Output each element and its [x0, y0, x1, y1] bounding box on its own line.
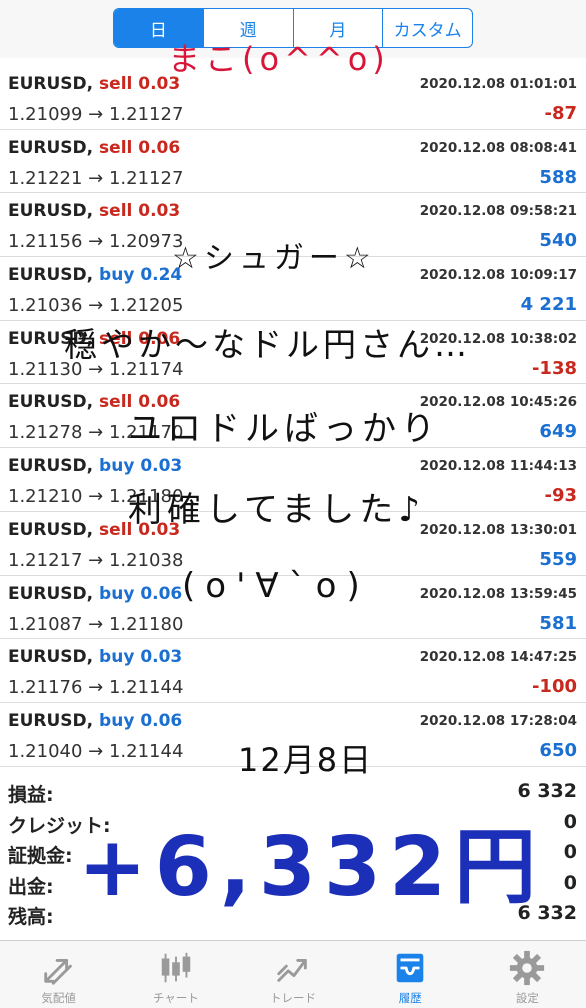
trade-side-volume: buy 0.06	[99, 583, 183, 604]
trade-time: 2020.12.08 11:44:13	[419, 458, 577, 475]
trade-trend-icon	[277, 958, 307, 982]
handwritten-date: 12月8日	[238, 741, 374, 779]
trade-prices: 1.21217 → 1.21038	[8, 549, 184, 571]
trade-profit: -87	[544, 103, 577, 124]
trade-profit: 649	[539, 421, 577, 443]
symbol-text: EURUSD,	[8, 74, 94, 94]
trade-time: 2020.12.08 13:59:45	[419, 585, 577, 602]
trade-time: 2020.12.08 10:45:26	[419, 394, 577, 411]
trade-symbol: EURUSD, sell 0.06	[8, 138, 180, 158]
summary-value: 0	[563, 871, 577, 894]
handwritten-line-2: ユロドルばっかり	[128, 409, 440, 449]
trade-symbol: EURUSD, buy 0.06	[8, 584, 182, 604]
handwritten-line-1: 穏やか〜なドル円さん…	[64, 325, 471, 364]
trade-side-volume: sell 0.06	[99, 137, 181, 158]
trade-prices: 1.21099 → 1.21127	[8, 104, 184, 125]
tab-history[interactable]: 履歴	[352, 941, 469, 1008]
symbol-text: EURUSD,	[8, 392, 94, 413]
trade-profit: -100	[531, 676, 577, 698]
handwritten-name: まこ(o^^o)	[168, 40, 390, 78]
tab-settings-label: 設定	[515, 991, 539, 1005]
trade-time: 2020.12.08 14:47:25	[419, 649, 577, 666]
handwritten-emoticon: (o'∀`o)	[182, 566, 370, 606]
summary-value: 0	[563, 841, 577, 864]
symbol-text: EURUSD,	[8, 583, 94, 604]
trade-symbol: EURUSD, buy 0.24	[8, 265, 182, 285]
handwritten-line-3: 利確してました♪	[128, 490, 425, 530]
candlestick-chart-icon	[161, 952, 191, 983]
trade-prices: 1.21087 → 1.21180	[8, 613, 184, 635]
period-tab-custom[interactable]: カスタム	[383, 9, 472, 47]
trade-time: 2020.12.08 17:28:04	[419, 712, 577, 729]
symbol-text: EURUSD,	[8, 456, 94, 477]
trade-side-volume: sell 0.03	[99, 201, 181, 222]
symbol-text: EURUSD,	[8, 137, 94, 158]
trade-row[interactable]: EURUSD, buy 0.03 2020.12.08 14:47:25 1.211…	[0, 639, 586, 703]
tab-history-label: 履歴	[398, 991, 422, 1005]
handwritten-total-profit: +6,332円	[78, 820, 545, 915]
trade-side-volume: buy 0.03	[99, 456, 183, 477]
trade-side-volume: buy 0.03	[99, 647, 183, 668]
tab-trade[interactable]: トレード	[234, 941, 351, 1008]
trade-prices: 1.21040 → 1.21144	[8, 740, 184, 762]
summary-label: 損益:	[8, 784, 54, 806]
trade-prices: 1.21156 → 1.20973	[8, 231, 184, 253]
trade-profit: 540	[539, 230, 577, 252]
symbol-text: EURUSD,	[8, 201, 94, 222]
history-inbox-icon	[396, 953, 424, 983]
summary-value: 0	[563, 810, 577, 833]
trade-profit: -138	[531, 357, 577, 379]
tab-quotes-label: 気配値	[41, 991, 76, 1005]
symbol-text: EURUSD,	[8, 265, 94, 286]
trade-time: 2020.12.08 01:01:01	[419, 76, 577, 92]
trade-prices: 1.21036 → 1.21205	[8, 295, 184, 317]
tab-settings[interactable]: 設定	[469, 941, 586, 1008]
settings-gear-icon	[510, 950, 545, 986]
tab-quotes[interactable]: 気配値	[0, 941, 117, 1008]
trade-side-volume: buy 0.06	[99, 710, 183, 731]
symbol-text: EURUSD,	[8, 519, 94, 540]
trade-row[interactable]: EURUSD, sell 0.06 2020.12.08 08:08:41 1.21…	[0, 130, 586, 194]
trade-profit: 559	[539, 548, 577, 570]
trade-symbol: EURUSD, buy 0.03	[8, 647, 182, 667]
bottom-tab-bar: 気配値 チャート トレード 履歴 設定	[0, 940, 586, 1008]
trade-symbol: EURUSD, sell 0.03	[8, 74, 180, 94]
trade-profit: -93	[544, 485, 577, 507]
trade-symbol: EURUSD, buy 0.03	[8, 456, 182, 476]
trade-symbol: EURUSD, sell 0.03	[8, 201, 180, 221]
summary-value: 6 332	[517, 780, 578, 802]
tab-chart-label: チャート	[152, 991, 199, 1005]
trade-time: 2020.12.08 13:30:01	[419, 521, 577, 538]
trade-symbol: EURUSD, buy 0.06	[8, 711, 182, 731]
trade-time: 2020.12.08 09:58:21	[419, 203, 577, 220]
trade-prices: 1.21176 → 1.21144	[8, 677, 184, 699]
trade-profit: 650	[539, 739, 577, 761]
symbol-text: EURUSD,	[8, 647, 94, 668]
summary-label: 証拠金:	[8, 845, 73, 868]
trade-time: 2020.12.08 08:08:41	[419, 139, 577, 156]
summary-label: 残高:	[8, 906, 54, 929]
tab-chart[interactable]: チャート	[117, 941, 234, 1008]
trade-profit: 581	[539, 612, 577, 634]
quotes-arrows-icon	[43, 958, 72, 985]
trade-profit: 588	[539, 166, 577, 188]
trade-profit: 4 221	[520, 294, 577, 316]
trade-prices: 1.21221 → 1.21127	[8, 167, 184, 189]
trade-side-volume: buy 0.24	[99, 265, 183, 286]
trade-time: 2020.12.08 10:09:17	[419, 267, 577, 284]
summary-label: 出金:	[8, 875, 54, 898]
tab-trade-label: トレード	[270, 991, 316, 1005]
symbol-text: EURUSD,	[8, 710, 94, 731]
handwritten-sugar: ☆シュガー☆	[172, 241, 376, 276]
